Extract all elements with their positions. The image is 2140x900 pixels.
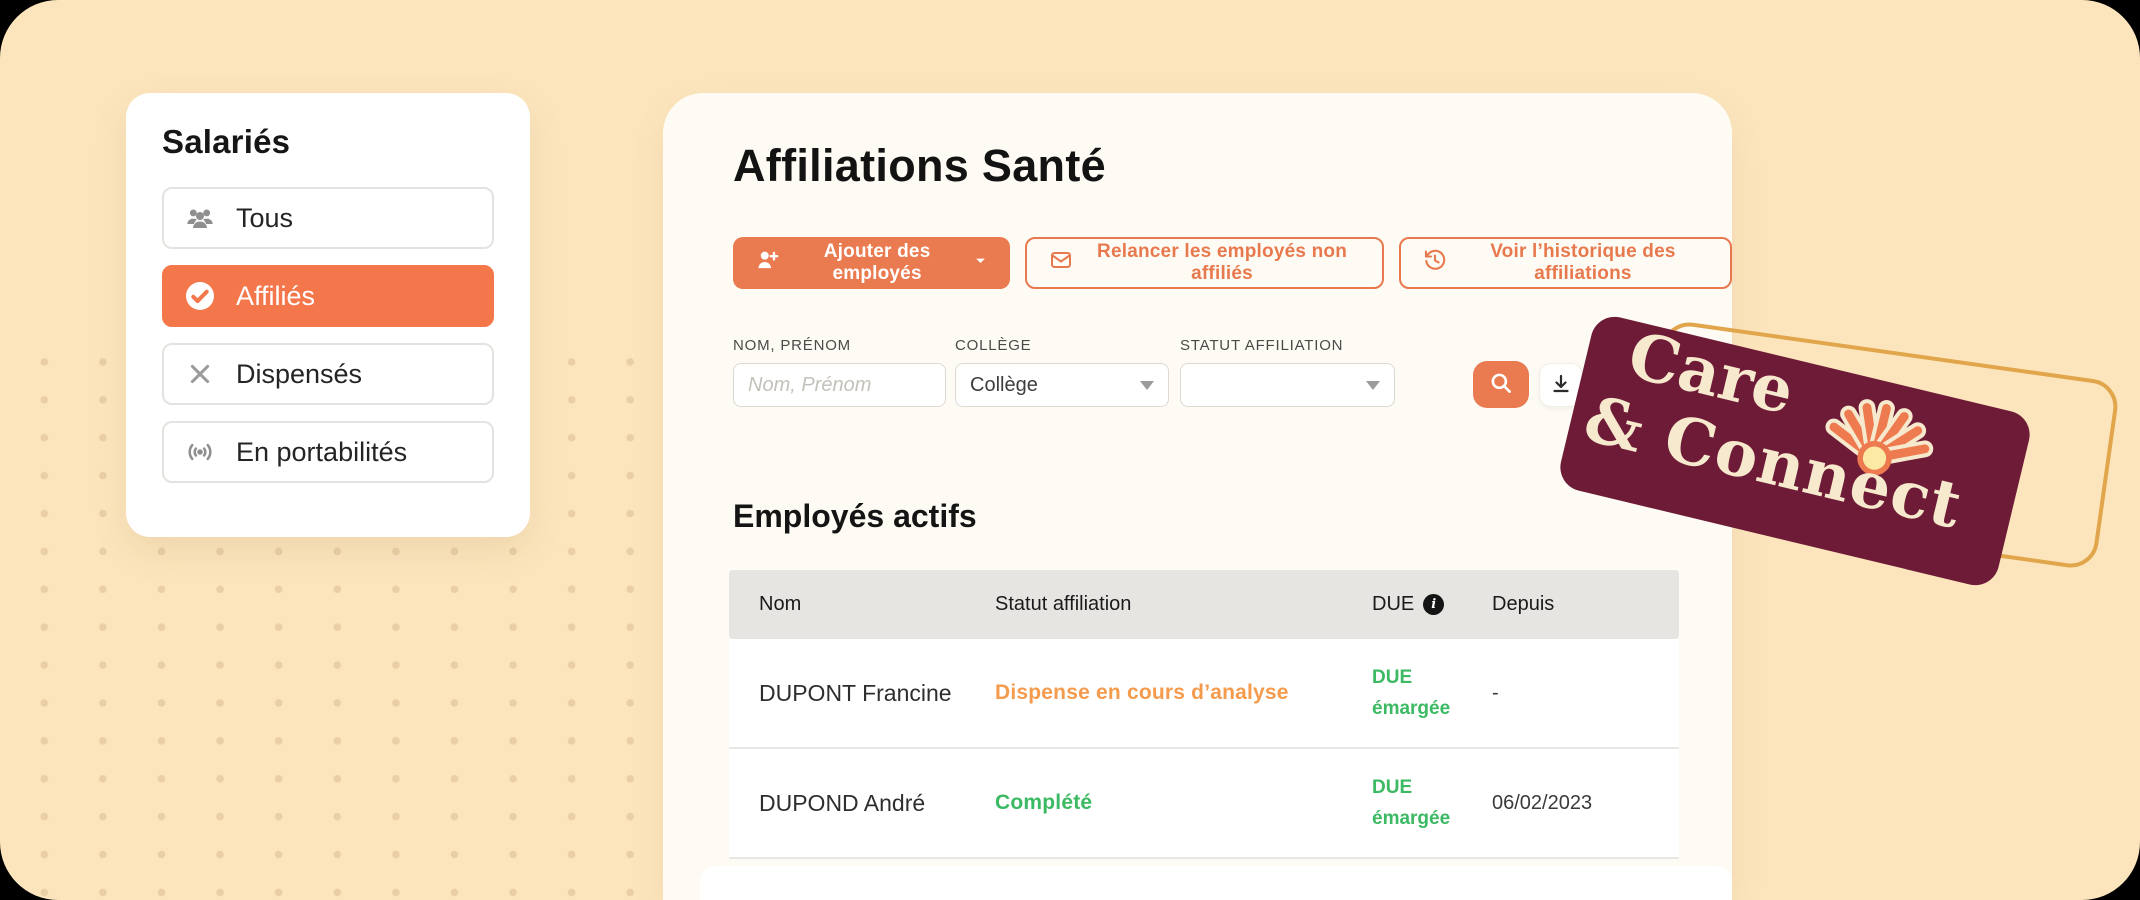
person-plus-icon xyxy=(755,247,781,279)
info-icon[interactable]: i xyxy=(1423,594,1444,615)
history-label: Voir l’historique des affiliations xyxy=(1458,241,1708,285)
college-select[interactable]: Collège xyxy=(955,363,1169,407)
people-group-icon xyxy=(184,202,216,234)
search-button[interactable] xyxy=(1473,361,1529,408)
table-body: DUPONT FrancineDispense en cours d’analy… xyxy=(729,639,1679,859)
due-status: DUE émargée xyxy=(1372,772,1462,835)
affiliations-history-button[interactable]: Voir l’historique des affiliations xyxy=(1399,237,1732,289)
table-header: Nom Statut affiliation DUE i Depuis xyxy=(729,570,1679,639)
section-title: Employés actifs xyxy=(733,498,977,535)
employees-table: Nom Statut affiliation DUE i Depuis DUPO… xyxy=(729,570,1679,859)
main-panel: Affiliations Santé Ajouter des employés … xyxy=(663,93,1732,900)
due-status: DUE émargée xyxy=(1372,662,1462,725)
app-canvas: Salariés Tous Affiliés Dispensés En portabi… xyxy=(0,0,2140,900)
column-header-statut: Statut affiliation xyxy=(995,593,1372,616)
sidebar-item-3[interactable]: En portabilités xyxy=(162,421,494,483)
sidebar-item-1[interactable]: Affiliés xyxy=(162,265,494,327)
since-date: - xyxy=(1492,682,1679,705)
sidebar-item-label: Tous xyxy=(236,203,293,234)
caret-down-icon xyxy=(973,252,988,274)
sidebar-item-label: Dispensés xyxy=(236,359,362,390)
college-filter-label: COLLÈGE xyxy=(955,337,1169,354)
broadcast-icon xyxy=(184,436,216,468)
bottom-card xyxy=(700,866,1732,900)
status-select[interactable] xyxy=(1180,363,1395,407)
add-employees-label: Ajouter des employés xyxy=(792,241,962,285)
name-filter-input[interactable] xyxy=(733,363,946,407)
relaunch-unaffiliated-button[interactable]: Relancer les employés non affiliés xyxy=(1025,237,1384,289)
sidebar-item-2[interactable]: Dispensés xyxy=(162,343,494,405)
status-filter-field: STATUT AFFILIATION xyxy=(1180,337,1395,407)
chevron-down-icon xyxy=(1366,381,1380,390)
chevron-down-icon xyxy=(1140,381,1154,390)
sidebar-items: Tous Affiliés Dispensés En portabilités xyxy=(162,187,494,483)
relaunch-label: Relancer les employés non affiliés xyxy=(1084,241,1360,285)
history-icon xyxy=(1423,248,1447,278)
affiliation-status: Dispense en cours d’analyse xyxy=(995,681,1372,705)
download-icon xyxy=(1549,372,1573,399)
college-filter-field: COLLÈGE Collège xyxy=(955,337,1169,407)
employee-name: DUPONT Francine xyxy=(759,680,995,707)
employee-name: DUPOND André xyxy=(759,790,995,817)
college-select-value: Collège xyxy=(970,374,1038,397)
envelope-icon xyxy=(1049,248,1073,278)
column-header-nom: Nom xyxy=(759,593,995,616)
table-row: DUPOND AndréComplétéDUE émargée 06/02/202… xyxy=(729,749,1679,859)
name-filter-field: NOM, PRÉNOM xyxy=(733,337,946,407)
name-filter-label: NOM, PRÉNOM xyxy=(733,337,946,354)
column-header-depuis: Depuis xyxy=(1492,593,1679,616)
sidebar-title: Salariés xyxy=(162,123,494,161)
column-header-due: DUE i xyxy=(1372,593,1492,616)
affiliation-status: Complété xyxy=(995,791,1372,815)
sidebar-item-label: En portabilités xyxy=(236,437,407,468)
sidebar-item-0[interactable]: Tous xyxy=(162,187,494,249)
check-circle-icon xyxy=(184,280,216,312)
add-employees-button[interactable]: Ajouter des employés xyxy=(733,237,1010,289)
actions-toolbar: Ajouter des employés Relancer les employ… xyxy=(733,237,1732,289)
table-row: DUPONT FrancineDispense en cours d’analy… xyxy=(729,639,1679,749)
page-title: Affiliations Santé xyxy=(733,140,1106,192)
status-filter-label: STATUT AFFILIATION xyxy=(1180,337,1395,354)
x-icon xyxy=(184,358,216,390)
search-icon xyxy=(1488,370,1514,399)
sidebar-item-label: Affiliés xyxy=(236,281,315,312)
sidebar-card: Salariés Tous Affiliés Dispensés En portabi… xyxy=(126,93,530,537)
since-date: 06/02/2023 xyxy=(1492,792,1679,815)
